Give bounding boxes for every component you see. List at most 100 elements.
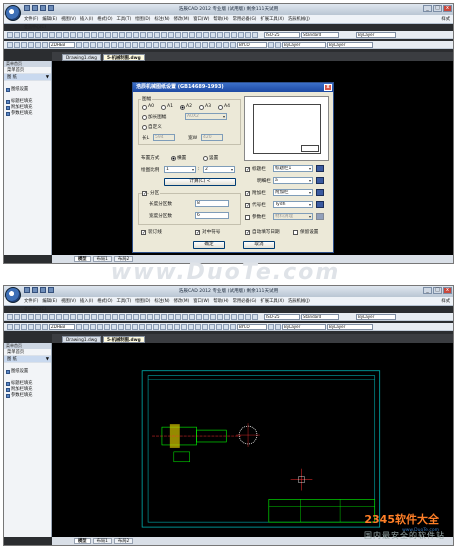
style-menu[interactable]: 样式 <box>441 298 450 304</box>
tool-icon[interactable] <box>230 323 236 330</box>
maximize-button[interactable]: □ <box>433 287 442 294</box>
tool-icon[interactable] <box>21 313 27 320</box>
tool-icon[interactable] <box>28 313 34 320</box>
tool-icon[interactable] <box>175 313 181 320</box>
linetype-combo[interactable]: ByLayer <box>356 31 396 38</box>
tool-icon[interactable] <box>125 323 131 330</box>
drawing-canvas[interactable] <box>52 343 453 537</box>
menu-view[interactable]: 视图(V) <box>61 16 76 22</box>
close-button[interactable]: x <box>443 287 452 294</box>
tool-icon[interactable] <box>104 41 110 48</box>
code-checkbox[interactable]: ✓ <box>245 203 250 209</box>
tool-icon[interactable] <box>28 41 34 48</box>
tool-icon[interactable] <box>14 41 20 48</box>
tool-icon[interactable] <box>195 323 201 330</box>
minimize-button[interactable]: _ <box>423 287 432 294</box>
plotstyle-combo[interactable]: BYCO <box>237 323 267 330</box>
tool-icon[interactable] <box>168 313 174 320</box>
layer-icon[interactable] <box>7 323 13 330</box>
tool-icon[interactable] <box>196 31 202 38</box>
menu-mechanical[interactable]: 浩辰机械(J) <box>288 16 310 22</box>
menu-dimension[interactable]: 标注(N) <box>154 298 169 304</box>
lineweight-combo[interactable]: ByLayer <box>327 41 373 48</box>
menu-extend[interactable]: 扩展工具(X) <box>260 16 283 22</box>
tool-icon[interactable] <box>70 313 76 320</box>
layer-icon[interactable] <box>7 41 13 48</box>
style-menu[interactable]: 样式 <box>441 16 450 22</box>
maximize-button[interactable]: □ <box>433 5 442 12</box>
tab-layout1[interactable]: 布局1 <box>92 538 112 544</box>
tool-icon[interactable] <box>217 31 223 38</box>
plotstyle-combo[interactable]: BYCO <box>237 41 267 48</box>
tool-icon[interactable] <box>175 31 181 38</box>
menu-view[interactable]: 视图(V) <box>61 298 76 304</box>
file-tab-drawing1[interactable]: Drawing1.dwg <box>62 336 101 343</box>
tool-icon[interactable] <box>35 41 41 48</box>
open-icon[interactable] <box>32 287 38 293</box>
new-icon[interactable] <box>24 5 30 11</box>
tool-icon[interactable] <box>238 313 244 320</box>
tool-icon[interactable] <box>76 323 82 330</box>
extra-checkbox[interactable]: ✓ <box>245 191 250 197</box>
calc-button[interactable]: 计算(C) < <box>164 178 236 186</box>
tool-icon[interactable] <box>119 313 125 320</box>
tool-icon[interactable] <box>140 313 146 320</box>
file-tab-mechanical[interactable]: 5-机械制图.dwg <box>102 54 145 61</box>
menu-mechanical[interactable]: 浩辰机械(J) <box>288 298 310 304</box>
binding-checkbox[interactable]: ✓ <box>141 230 146 236</box>
tool-icon[interactable] <box>245 313 251 320</box>
radio-a3[interactable] <box>199 105 204 110</box>
tool-icon[interactable] <box>203 31 209 38</box>
tool-icon[interactable] <box>70 31 76 38</box>
tool-icon[interactable] <box>147 31 153 38</box>
tool-icon[interactable] <box>97 41 103 48</box>
length-field[interactable]: 594 <box>153 134 175 141</box>
app-logo-icon[interactable] <box>5 5 21 21</box>
tool-icon[interactable] <box>112 313 118 320</box>
open-icon[interactable] <box>32 5 38 11</box>
cancel-button[interactable]: 取消 <box>243 241 275 249</box>
tool-icon[interactable] <box>230 41 236 48</box>
radio-vertical[interactable] <box>203 156 208 161</box>
tool-icon[interactable] <box>209 323 215 330</box>
tool-icon[interactable] <box>216 323 222 330</box>
tool-icon[interactable] <box>189 31 195 38</box>
layer-combo[interactable]: ZDHEB <box>49 323 75 330</box>
zone-checkbox[interactable]: ✓ <box>142 191 147 197</box>
collapse-icon[interactable]: ▼ <box>46 74 51 81</box>
tool-icon[interactable] <box>268 323 274 330</box>
tool-icon[interactable] <box>182 313 188 320</box>
tool-icon[interactable] <box>118 41 124 48</box>
tool-icon[interactable] <box>77 313 83 320</box>
tool-icon[interactable] <box>14 323 20 330</box>
tool-icon[interactable] <box>154 313 160 320</box>
extra-edit-icon[interactable] <box>316 189 324 196</box>
radio-custom[interactable] <box>142 125 147 130</box>
tool-icon[interactable] <box>90 323 96 330</box>
tool-icon[interactable] <box>133 31 139 38</box>
radio-a1[interactable] <box>161 105 166 110</box>
tool-icon[interactable] <box>118 323 124 330</box>
title-bar-select[interactable]: 标题栏1 <box>273 165 313 172</box>
tool-icon[interactable] <box>98 31 104 38</box>
lineweight-combo[interactable]: ByLayer <box>327 323 373 330</box>
tool-icon[interactable] <box>210 313 216 320</box>
tool-icon[interactable] <box>182 31 188 38</box>
tool-icon[interactable] <box>203 313 209 320</box>
width-field[interactable]: 420 <box>201 134 223 141</box>
extend-select[interactable]: A0X2 <box>185 113 227 120</box>
tool-icon[interactable] <box>111 323 117 330</box>
menu-common[interactable]: 常用必备(G) <box>233 16 257 22</box>
tab-drawing[interactable]: 图 纸 ▼ <box>4 74 51 81</box>
param-edit-icon[interactable] <box>316 213 324 220</box>
save-icon[interactable] <box>40 287 46 293</box>
radio-horizontal[interactable] <box>171 156 176 161</box>
tool-icon[interactable] <box>210 31 216 38</box>
menu-tools[interactable]: 工具(T) <box>117 16 132 22</box>
detail-edit-icon[interactable] <box>316 177 324 184</box>
tool-icon[interactable] <box>76 41 82 48</box>
keep-checkbox[interactable] <box>293 230 298 235</box>
menu-dimension[interactable]: 标注(N) <box>154 16 169 22</box>
dialog-close-button[interactable]: x <box>324 84 332 91</box>
tool-icon[interactable] <box>42 313 48 320</box>
